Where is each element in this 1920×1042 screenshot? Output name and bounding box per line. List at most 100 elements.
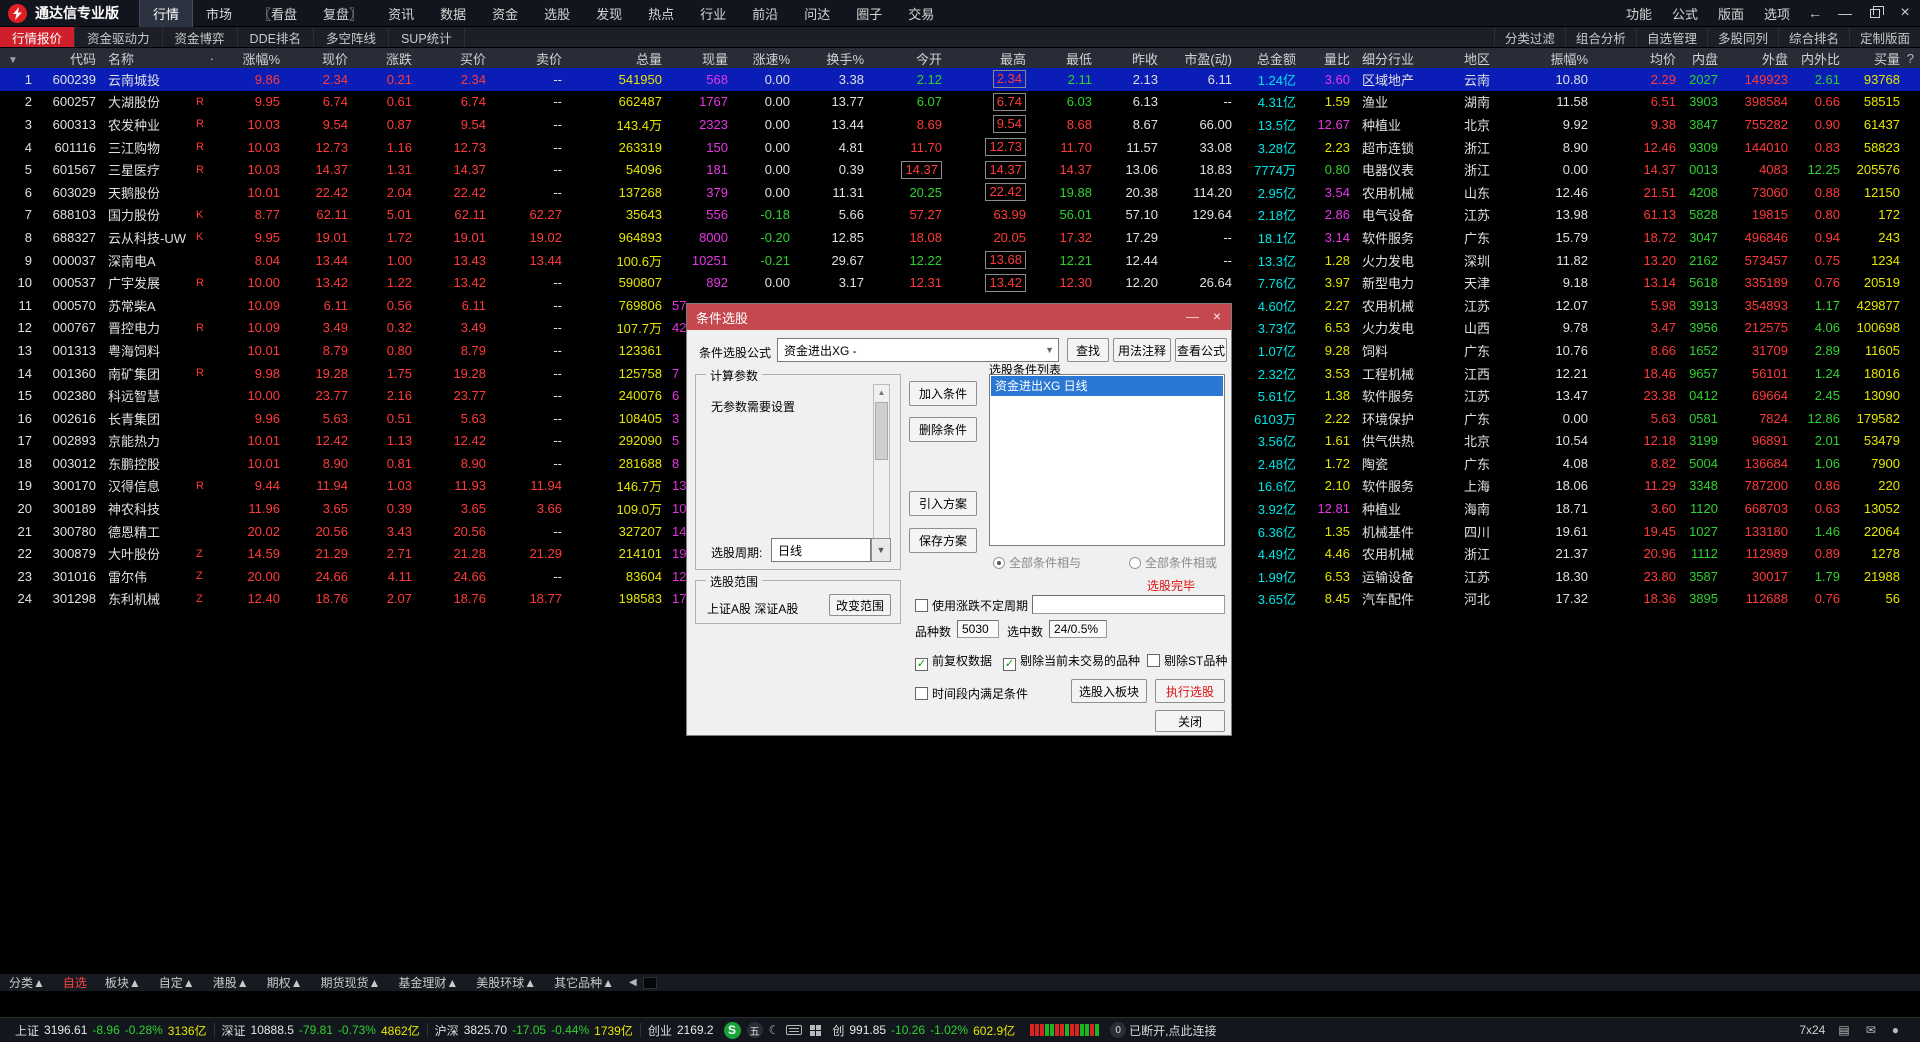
table-row-688103[interactable]: 7688103国力股份K8.7762.115.0162.1162.2735643…	[0, 204, 1920, 227]
table-row-000037[interactable]: 9000037深南电A8.0413.441.0013.4313.44100.6万…	[0, 249, 1920, 272]
menu-item-0[interactable]: 行情	[139, 0, 193, 28]
menu-item-5[interactable]: 数据	[427, 0, 479, 27]
menu-item-7[interactable]: 选股	[531, 0, 583, 27]
quote-tab-4[interactable]: 多空阵线	[314, 27, 389, 47]
grid-icon[interactable]	[810, 1025, 821, 1036]
connection-status-text[interactable]: 已断开,点此连接	[1129, 1022, 1216, 1039]
close-button[interactable]: ×	[1890, 4, 1920, 22]
monitor-icon[interactable]: ▤	[1838, 1023, 1849, 1037]
header-cell-name[interactable]: 名称	[102, 49, 196, 68]
header-cell-prev[interactable]: 昨收	[1098, 49, 1164, 68]
checkbox-forward-adjusted[interactable]: ✓前复权数据	[915, 652, 992, 671]
find-button[interactable]: 查找	[1067, 338, 1109, 362]
header-cell-seq[interactable]: ▼	[0, 51, 38, 66]
bottom-tab-3[interactable]: 自定▲	[150, 974, 204, 991]
to-block-button[interactable]: 选股入板块	[1071, 679, 1147, 703]
header-cell-price[interactable]: 现价	[286, 49, 354, 68]
toolbar-right-1[interactable]: 组合分析	[1565, 27, 1636, 47]
quote-tab-1[interactable]: 资金驱动力	[75, 27, 163, 47]
index-segment-2[interactable]: 沪深3825.70-17.05-0.44%1739亿	[428, 1022, 640, 1039]
header-cell-region[interactable]: 地区	[1458, 49, 1522, 68]
toolbar-right-0[interactable]: 分类过滤	[1494, 27, 1565, 47]
updown-period-input[interactable]	[1032, 595, 1225, 614]
import-plan-button[interactable]: 引入方案	[909, 491, 977, 516]
menu-item-1[interactable]: 市场	[193, 0, 245, 27]
header-cell-pct[interactable]: 涨幅%	[220, 49, 286, 68]
back-arrow-icon[interactable]: ←	[1800, 5, 1830, 21]
menu-item-4[interactable]: 资讯	[375, 0, 427, 27]
filter-dropdown-icon[interactable]: ▼	[0, 55, 18, 66]
header-cell-chg[interactable]: 涨跌	[354, 49, 418, 68]
menu-item-10[interactable]: 行业	[687, 0, 739, 27]
header-cell-industry[interactable]: 细分行业	[1356, 49, 1458, 68]
checkbox-skip-untraded[interactable]: ✓剔除当前未交易的品种	[1003, 652, 1140, 671]
condition-list-item-selected[interactable]: 资金进出XG 日线	[991, 376, 1223, 396]
checkbox-time-range[interactable]: 时间段内满足条件	[915, 685, 1028, 702]
menu-item-6[interactable]: 资金	[479, 0, 531, 27]
radio-or-icon[interactable]	[1129, 557, 1141, 569]
index-segment-1[interactable]: 深证10888.5-79.81-0.73%4862亿	[215, 1022, 427, 1039]
table-row-600313[interactable]: 3600313农发种业R10.039.540.879.54--143.4万232…	[0, 113, 1920, 136]
usage-note-button[interactable]: 用法注释	[1113, 338, 1171, 362]
view-formula-button[interactable]: 查看公式	[1175, 338, 1227, 362]
menu-right-item-3[interactable]: 选项	[1754, 0, 1800, 27]
toolbar-right-2[interactable]: 自选管理	[1636, 27, 1707, 47]
dialog-titlebar[interactable]: 条件选股 — ×	[687, 304, 1231, 330]
menu-item-12[interactable]: 问达	[791, 0, 843, 27]
header-cell-high[interactable]: 最高	[948, 49, 1032, 68]
bottom-tab-5[interactable]: 期权▲	[258, 974, 312, 991]
header-cell-avg[interactable]: 均价	[1594, 49, 1682, 68]
table-row-603029[interactable]: 6603029天鹅股份10.0122.422.0422.42--13726837…	[0, 181, 1920, 204]
header-cell-cur[interactable]: 现量	[668, 49, 734, 68]
period-combo-arrow[interactable]: ▼	[871, 538, 891, 562]
bottom-tab-4[interactable]: 港股▲	[204, 974, 258, 991]
fq-checkbox-icon[interactable]: ✓	[915, 658, 928, 671]
bottom-tab-7[interactable]: 基金理财▲	[389, 974, 467, 991]
execute-selection-button[interactable]: 执行选股	[1155, 679, 1225, 703]
header-cell-buyvol[interactable]: 买量	[1846, 49, 1906, 68]
header-cell-open[interactable]: 今开	[870, 49, 948, 68]
index-segment-0[interactable]: 上证3196.61-8.96-0.28%3136亿	[8, 1022, 214, 1039]
change-range-button[interactable]: 改变范围	[829, 594, 891, 616]
toolbar-right-4[interactable]: 综合排名	[1778, 27, 1849, 47]
header-cell-low[interactable]: 最低	[1032, 49, 1098, 68]
header-cell-inner[interactable]: 内盘	[1682, 49, 1724, 68]
header-cell-turn[interactable]: 换手%	[796, 49, 870, 68]
header-cell-amt[interactable]: 总金额	[1238, 49, 1302, 68]
checkbox-exclude-st[interactable]: 剔除ST品种	[1147, 652, 1227, 669]
header-cell-mark[interactable]: ·	[196, 51, 220, 66]
quote-tab-0[interactable]: 行情报价	[0, 27, 75, 47]
table-row-000537[interactable]: 10000537广宇发展R10.0013.421.2213.42--590807…	[0, 271, 1920, 294]
radio-all-and[interactable]: 全部条件相与	[993, 554, 1081, 571]
header-cell-pe[interactable]: 市盈(动)	[1164, 49, 1238, 68]
delete-condition-button[interactable]: 删除条件	[909, 417, 977, 442]
table-row-688327[interactable]: 8688327云从科技-UWK9.9519.011.7219.0119.0296…	[0, 226, 1920, 249]
table-row-600257[interactable]: 2600257大湖股份R9.956.740.616.74--6624871767…	[0, 91, 1920, 114]
bottom-tab-6[interactable]: 期货现货▲	[311, 974, 389, 991]
radio-and-icon[interactable]	[993, 557, 1005, 569]
scrollbar-thumb[interactable]	[875, 402, 888, 460]
st-checkbox-icon[interactable]	[1147, 654, 1160, 667]
header-cell-ratio[interactable]: 内外比	[1794, 49, 1846, 68]
header-cell-lb[interactable]: 量比	[1302, 49, 1356, 68]
menu-right-item-1[interactable]: 公式	[1662, 0, 1708, 27]
menu-item-11[interactable]: 前沿	[739, 0, 791, 27]
skip-checkbox-icon[interactable]: ✓	[1003, 658, 1016, 671]
table-row-601116[interactable]: 4601116三江购物R10.0312.731.1612.73--2633191…	[0, 136, 1920, 159]
bottom-tab-2[interactable]: 板块▲	[96, 974, 150, 991]
toolbar-right-3[interactable]: 多股同列	[1707, 27, 1778, 47]
timerange-checkbox-icon[interactable]	[915, 687, 928, 700]
bottom-tab-0[interactable]: 分类▲	[0, 974, 54, 991]
dot-icon[interactable]: ●	[1892, 1023, 1899, 1037]
header-cell-amp[interactable]: 振幅%	[1522, 49, 1594, 68]
toolbar-right-5[interactable]: 定制版面	[1849, 27, 1920, 47]
params-scrollbar[interactable]: ▲ ▼	[873, 384, 890, 562]
menu-item-8[interactable]: 发现	[583, 0, 635, 27]
header-cell-spd[interactable]: 涨速%	[734, 49, 796, 68]
checkbox-updown-period[interactable]: 使用涨跌不定周期	[915, 597, 1028, 614]
quote-tab-2[interactable]: 资金博弈	[163, 27, 238, 47]
tdx-logo-icon[interactable]: S	[724, 1022, 741, 1039]
header-cell-sell[interactable]: 卖价	[492, 49, 568, 68]
index-segment-star[interactable]: 创991.85-10.26-1.02%602.9亿	[825, 1022, 1022, 1039]
table-row-601567[interactable]: 5601567三星医疗R10.0314.371.3114.37--5409618…	[0, 158, 1920, 181]
